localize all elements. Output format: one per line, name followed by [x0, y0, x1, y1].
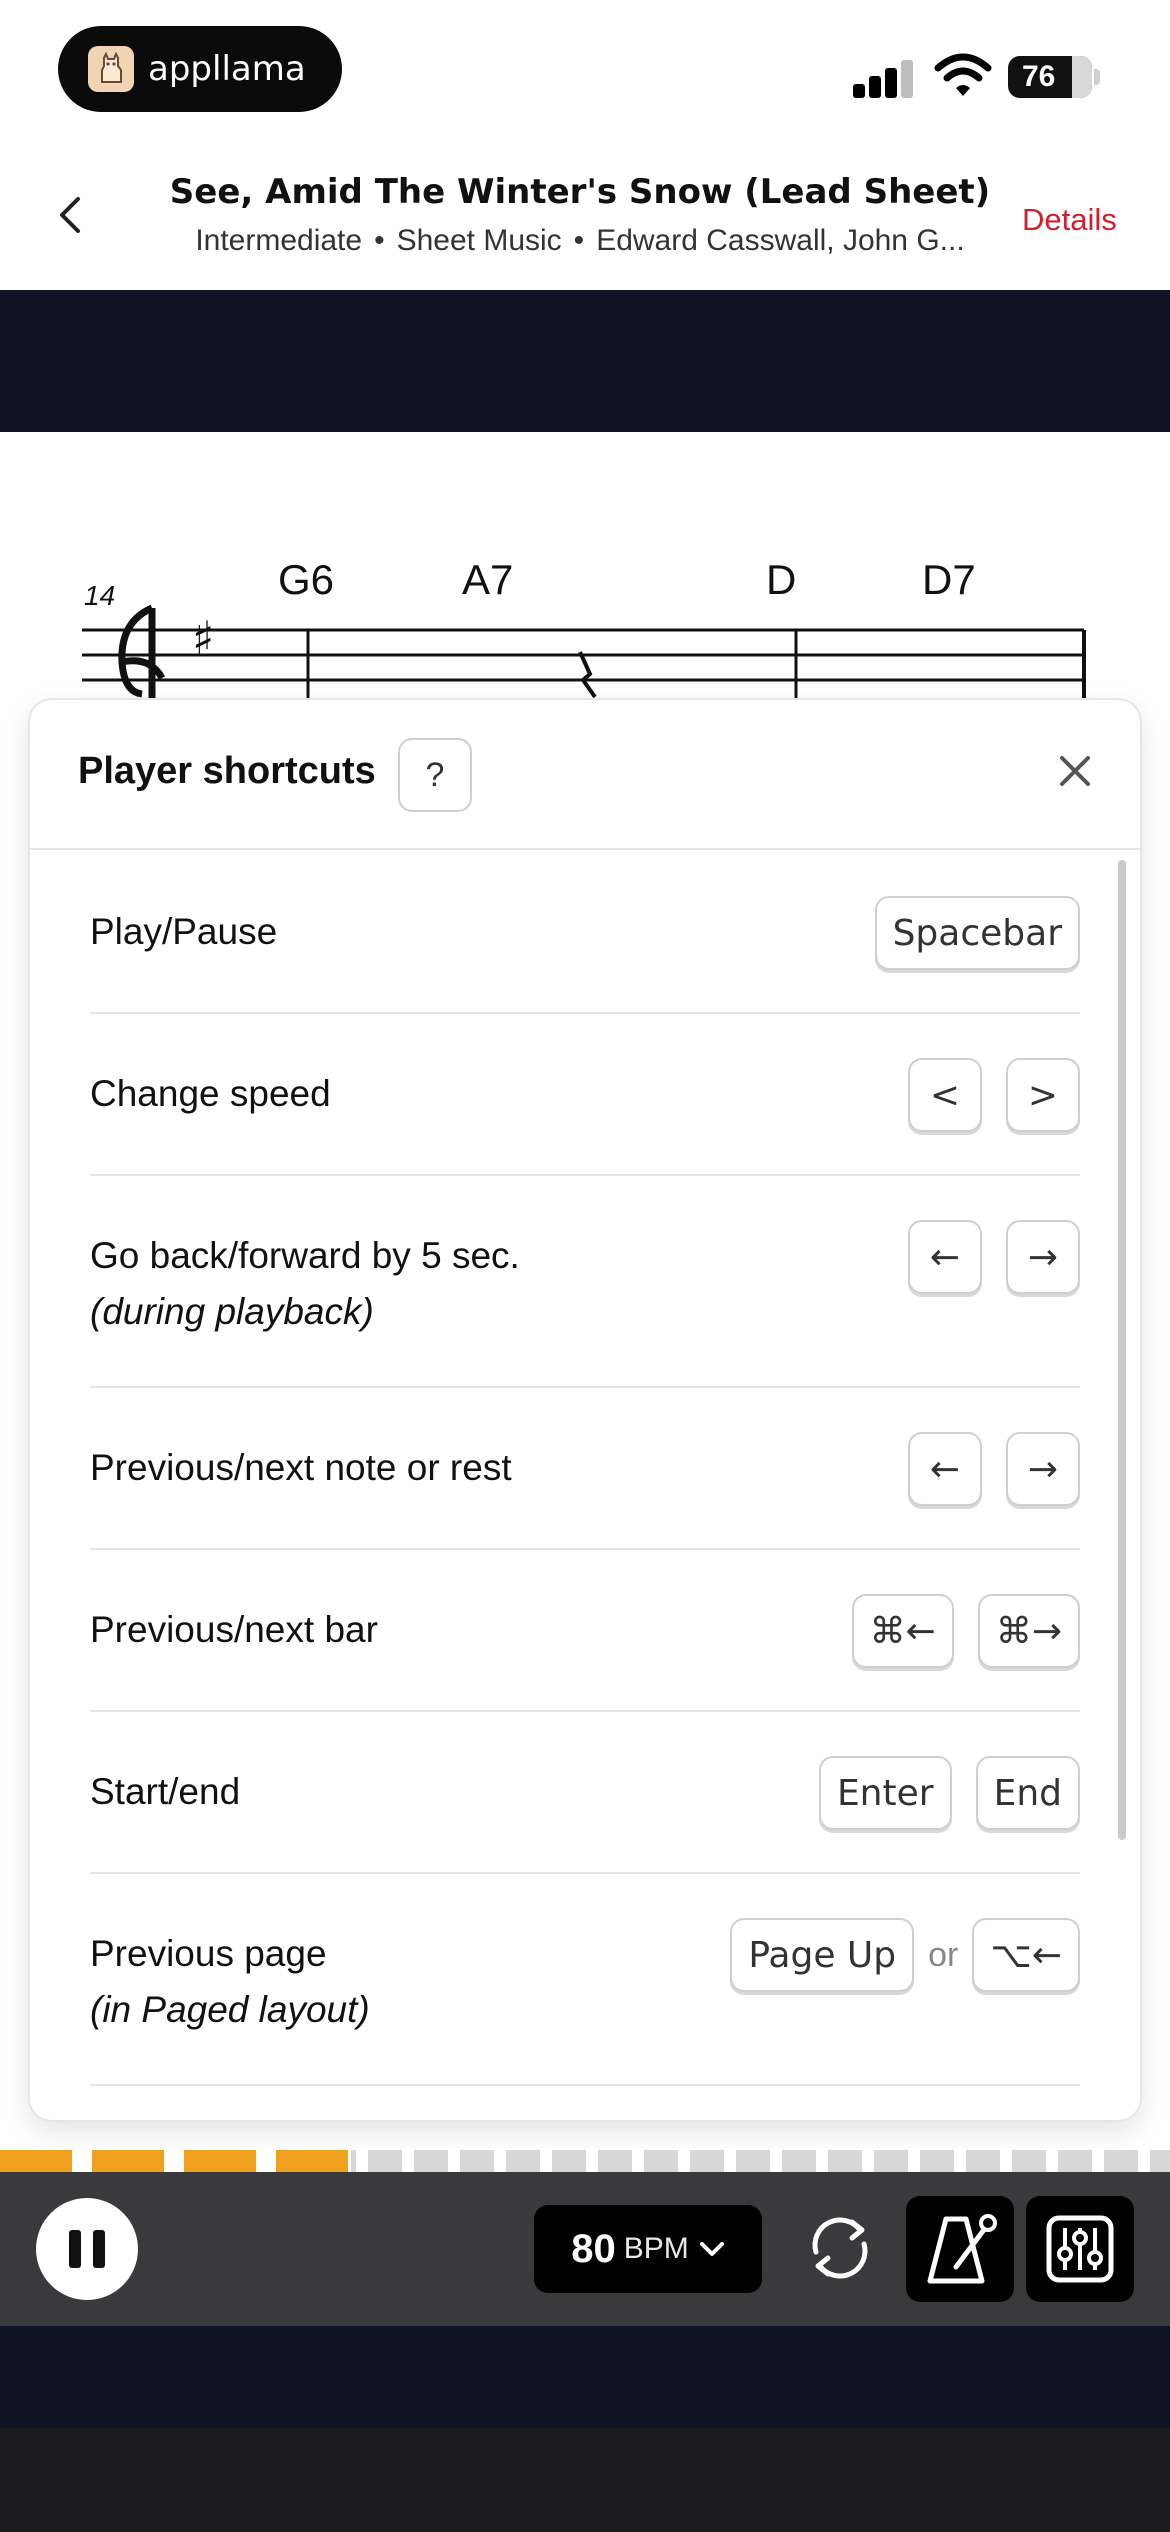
- shortcut-row-bar: Previous/next bar ⌘← ⌘→: [90, 1550, 1080, 1712]
- modal-title: Player shortcuts: [78, 750, 376, 792]
- details-link[interactable]: Details: [1022, 202, 1117, 238]
- shortcut-label: Previous page (in Paged layout): [90, 1926, 370, 2038]
- staff-lines: ♯: [82, 604, 1086, 702]
- shortcut-label: Start/end: [90, 1771, 241, 1812]
- help-button[interactable]: ?: [398, 738, 472, 812]
- key-arrow-left: ←: [908, 1220, 982, 1294]
- chevron-left-icon: [60, 197, 80, 233]
- back-button[interactable]: [44, 190, 94, 240]
- shortcut-label-sub: (in Paged layout): [90, 1989, 370, 2030]
- modal-header: Player shortcuts ?: [30, 700, 1140, 850]
- key-less-than: <: [908, 1058, 982, 1132]
- authors-label: Edward Casswall, John G...: [596, 224, 965, 257]
- mixer-sliders-icon: [1046, 2215, 1114, 2283]
- close-icon: [1060, 756, 1090, 786]
- bpm-value: 80: [571, 2226, 616, 2271]
- modal-scrollbar[interactable]: [1118, 860, 1126, 1840]
- close-button[interactable]: [1050, 746, 1100, 796]
- shortcut-row-seek: Go back/forward by 5 sec. (during playba…: [90, 1176, 1080, 1388]
- song-header: See, Amid The Winter's Snow (Lead Sheet)…: [0, 150, 1170, 290]
- shortcuts-modal: Player shortcuts ? Play/Pause Spacebar C…: [30, 700, 1140, 2120]
- shortcut-list[interactable]: Play/Pause Spacebar Change speed < > Go …: [90, 852, 1080, 2086]
- key-end: End: [975, 1756, 1080, 1830]
- playback-progress-bar[interactable]: [0, 2150, 1170, 2172]
- shortcut-label-main: Go back/forward by 5 sec.: [90, 1235, 520, 1276]
- pause-button[interactable]: [36, 2198, 138, 2300]
- llama-icon: [88, 46, 134, 92]
- key-spacebar: Spacebar: [874, 896, 1080, 970]
- key-arrow-right: →: [1006, 1220, 1080, 1294]
- shortcut-label-main: Previous page: [90, 1933, 327, 1974]
- app-name: appllama: [148, 49, 306, 89]
- bottom-panel: [0, 2326, 1170, 2428]
- status-bar: appllama 76: [0, 0, 1170, 150]
- player-controls: 80 BPM: [0, 2172, 1170, 2326]
- mixer-button[interactable]: [1026, 2196, 1134, 2302]
- level-label: Intermediate: [195, 224, 363, 257]
- key-arrow-left: ←: [908, 1432, 982, 1506]
- app-indicator-pill[interactable]: appllama: [58, 26, 342, 112]
- shortcut-row-note: Previous/next note or rest ← →: [90, 1388, 1080, 1550]
- metronome-button[interactable]: [906, 2196, 1014, 2302]
- song-title: See, Amid The Winter's Snow (Lead Sheet): [169, 172, 991, 212]
- battery-level: 76: [1022, 60, 1056, 93]
- separator-dot: •: [573, 224, 585, 257]
- shortcut-row-play-pause: Play/Pause Spacebar: [90, 852, 1080, 1014]
- shortcut-label: Play/Pause: [90, 911, 278, 952]
- svg-text:♯: ♯: [192, 611, 214, 665]
- separator-dot: •: [374, 224, 385, 257]
- shortcut-label: Previous/next note or rest: [90, 1447, 512, 1488]
- or-separator: or: [928, 1935, 959, 1974]
- bpm-unit: BPM: [623, 2232, 689, 2265]
- pause-icon: [69, 2230, 81, 2268]
- chevron-down-icon: [699, 2242, 724, 2256]
- shortcut-row-change-speed: Change speed < >: [90, 1014, 1080, 1176]
- shortcut-label: Change speed: [90, 1073, 331, 1114]
- key-page-up: Page Up: [730, 1918, 915, 1992]
- key-option-left: ⌥←: [972, 1918, 1080, 1992]
- key-greater-than: >: [1006, 1058, 1080, 1132]
- shortcut-label-sub: (during playback): [90, 1291, 374, 1332]
- home-indicator-area: [0, 2428, 1170, 2532]
- wifi-icon: [934, 52, 992, 98]
- key-cmd-right: ⌘→: [977, 1594, 1080, 1668]
- key-arrow-right: →: [1006, 1432, 1080, 1506]
- type-label: Sheet Music: [396, 224, 562, 257]
- loop-icon: [812, 2217, 868, 2279]
- shortcut-label: Go back/forward by 5 sec. (during playba…: [90, 1228, 520, 1340]
- battery-indicator: 76: [1008, 56, 1100, 98]
- cellular-signal-icon: [853, 58, 915, 98]
- shortcut-label: Previous/next bar: [90, 1609, 378, 1650]
- key-cmd-left: ⌘←: [851, 1594, 954, 1668]
- loop-button[interactable]: [800, 2208, 880, 2288]
- tempo-dropdown[interactable]: 80 BPM: [534, 2205, 762, 2293]
- shortcut-row-start-end: Start/end Enter End: [90, 1712, 1080, 1874]
- shortcut-row-previous-page: Previous page (in Paged layout) Page Up …: [90, 1874, 1080, 2086]
- song-subtitle: Intermediate • Sheet Music • Edward Casswall…: [150, 224, 1010, 258]
- key-enter: Enter: [818, 1756, 952, 1830]
- metronome-icon: [927, 2214, 997, 2284]
- pause-icon: [93, 2230, 105, 2268]
- toolbar-band: [0, 290, 1170, 432]
- progress-fill: [0, 2150, 351, 2172]
